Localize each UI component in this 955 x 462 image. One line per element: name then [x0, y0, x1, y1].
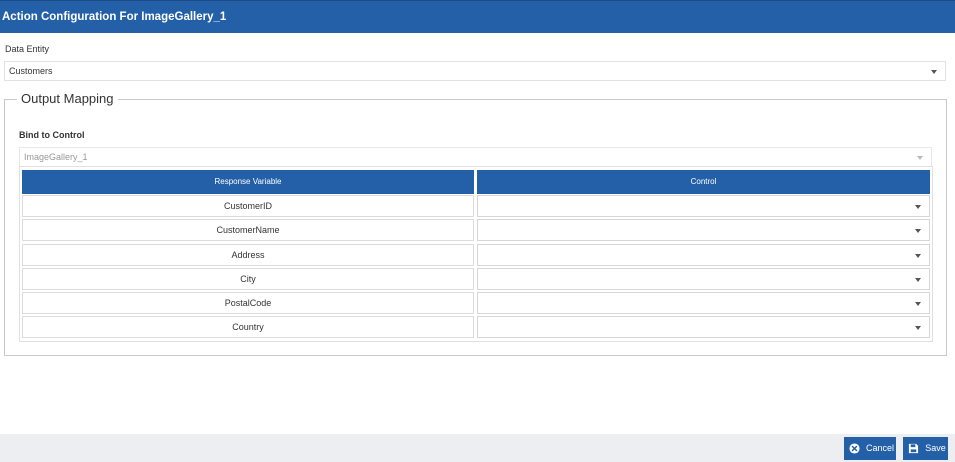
- table-row-variable: PostalCode: [22, 292, 474, 314]
- control-select[interactable]: [477, 244, 930, 266]
- column-header-response-variable: Response Variable: [22, 170, 474, 194]
- chevron-down-icon: [915, 205, 921, 209]
- bind-to-control-select[interactable]: ImageGallery_1: [19, 147, 932, 167]
- chevron-down-icon: [917, 156, 923, 160]
- save-button-label: Save: [925, 443, 946, 453]
- column-header-control: Control: [477, 170, 930, 194]
- table-row-variable: City: [22, 268, 474, 290]
- chevron-down-icon: [915, 254, 921, 258]
- data-entity-select[interactable]: Customers: [4, 61, 946, 81]
- data-entity-value: Customers: [9, 66, 53, 76]
- chevron-down-icon: [915, 278, 921, 282]
- cancel-button[interactable]: Cancel: [844, 437, 896, 460]
- floppy-disk-icon: [908, 443, 919, 454]
- dialog-title: Action Configuration For ImageGallery_1: [2, 11, 227, 23]
- table-row-variable: Country: [22, 316, 474, 338]
- dialog-title-bar: Action Configuration For ImageGallery_1: [0, 0, 955, 33]
- table-row-variable: CustomerName: [22, 219, 474, 241]
- bind-to-control-value: ImageGallery_1: [24, 152, 88, 162]
- save-button[interactable]: Save: [903, 437, 948, 460]
- times-circle-icon: [849, 443, 860, 454]
- chevron-down-icon: [915, 229, 921, 233]
- chevron-down-icon: [915, 326, 921, 330]
- control-select[interactable]: [477, 316, 930, 338]
- data-entity-label: Data Entity: [5, 44, 50, 54]
- table-row-variable: CustomerID: [22, 195, 474, 217]
- control-select[interactable]: [477, 292, 930, 314]
- control-select[interactable]: [477, 219, 930, 241]
- table-row-variable: Address: [22, 244, 474, 266]
- chevron-down-icon: [915, 302, 921, 306]
- dialog-footer: [0, 434, 955, 462]
- bind-to-control-label: Bind to Control: [19, 130, 85, 140]
- cancel-button-label: Cancel: [865, 443, 894, 453]
- output-mapping-legend: Output Mapping: [17, 91, 118, 106]
- chevron-down-icon: [931, 70, 937, 74]
- control-select[interactable]: [477, 268, 930, 290]
- control-select[interactable]: [477, 195, 930, 217]
